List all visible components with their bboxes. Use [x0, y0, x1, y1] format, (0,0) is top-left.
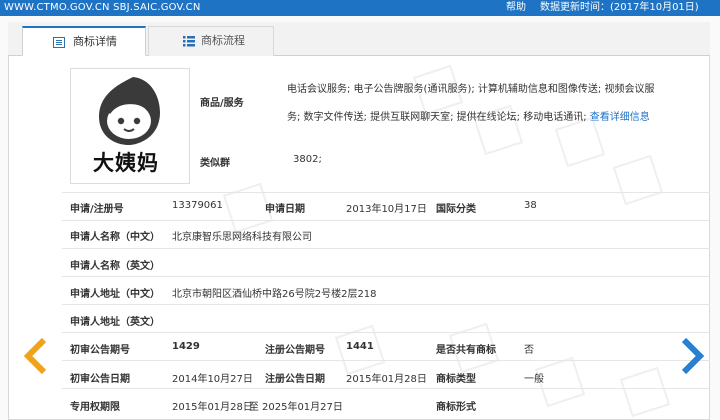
- row-divider: [62, 276, 710, 277]
- similar-group-value: 3802;: [293, 154, 322, 165]
- prelim-no-label: 初审公告期号: [70, 345, 130, 356]
- reg-pub-date-label: 注册公告日期: [265, 374, 325, 385]
- next-arrow-icon[interactable]: [680, 338, 706, 374]
- trademark-image: 大姨妈: [70, 68, 190, 184]
- tab-label: 商标流程: [201, 34, 245, 47]
- similar-group-label: 类似群: [200, 158, 230, 169]
- goods-label: 商品/服务: [200, 98, 244, 109]
- applicant-en-label: 申请人名称（英文）: [70, 261, 160, 272]
- previous-arrow-icon[interactable]: [22, 338, 48, 374]
- reg-no-label: 申请/注册号: [70, 204, 124, 215]
- trademark-logo-text: 大姨妈: [93, 151, 159, 175]
- reg-no-value: 13379061: [172, 200, 223, 211]
- tm-type-value: 一般: [524, 374, 544, 385]
- app-date-label: 申请日期: [265, 204, 305, 215]
- row-divider: [62, 360, 710, 361]
- tm-form-label: 商标形式: [436, 402, 476, 413]
- tab-trademark-process[interactable]: 商标流程: [148, 26, 274, 56]
- row-divider: [62, 248, 710, 249]
- intl-class-value: 38: [524, 200, 537, 211]
- shared-value: 否: [524, 345, 534, 356]
- view-details-link[interactable]: 查看详细信息: [590, 112, 650, 123]
- row-divider: [62, 304, 710, 305]
- row-divider: [62, 388, 710, 389]
- address-cn-value: 北京市朝阳区酒仙桥中路26号院2号楼2层218: [172, 289, 377, 300]
- exclusive-to-text: 至: [249, 402, 259, 413]
- reg-pub-no-label: 注册公告期号: [265, 345, 325, 356]
- exclusive-start-value: 2015年01月28日: [172, 402, 253, 413]
- goods-services-text: 电话会议服务; 电子公告牌服务(通讯服务); 计算机辅助信息和图像传送; 视频会…: [287, 76, 667, 132]
- row-divider: [62, 332, 710, 333]
- app-date-value: 2013年10月17日: [346, 204, 427, 215]
- exclusive-period-label: 专用权期限: [70, 402, 120, 413]
- row-divider: [62, 220, 710, 221]
- document-icon: [53, 37, 65, 48]
- reg-pub-no-value: 1441: [346, 341, 374, 352]
- shared-label: 是否共有商标: [436, 345, 496, 356]
- applicant-cn-label: 申请人名称（中文）: [70, 232, 160, 243]
- reg-pub-date-value: 2015年01月28日: [346, 374, 427, 385]
- address-en-label: 申请人地址（英文）: [70, 317, 160, 328]
- tab-label: 商标详情: [73, 35, 117, 48]
- help-link[interactable]: 帮助: [506, 0, 526, 16]
- data-update-time: 数据更新时间：(2017年10月01日): [540, 2, 699, 13]
- tab-bar: 商标详情 商标流程: [8, 22, 710, 56]
- top-bar: WWW.CTMO.GOV.CN SBJ.SAIC.GOV.CN 帮助 数据更新时…: [0, 0, 720, 16]
- list-icon: [183, 36, 195, 47]
- intl-class-label: 国际分类: [436, 204, 476, 215]
- prelim-no-value: 1429: [172, 341, 200, 352]
- prelim-date-label: 初审公告日期: [70, 374, 130, 385]
- prelim-date-value: 2014年10月27日: [172, 374, 253, 385]
- applicant-cn-value: 北京康智乐思网络科技有限公司: [172, 232, 312, 243]
- row-divider: [62, 192, 710, 193]
- tm-type-label: 商标类型: [436, 374, 476, 385]
- tab-trademark-details[interactable]: 商标详情: [22, 26, 146, 56]
- address-cn-label: 申请人地址（中文）: [70, 289, 160, 300]
- site-url: WWW.CTMO.GOV.CN SBJ.SAIC.GOV.CN: [4, 2, 201, 13]
- exclusive-end-value: 2025年01月27日: [262, 402, 343, 413]
